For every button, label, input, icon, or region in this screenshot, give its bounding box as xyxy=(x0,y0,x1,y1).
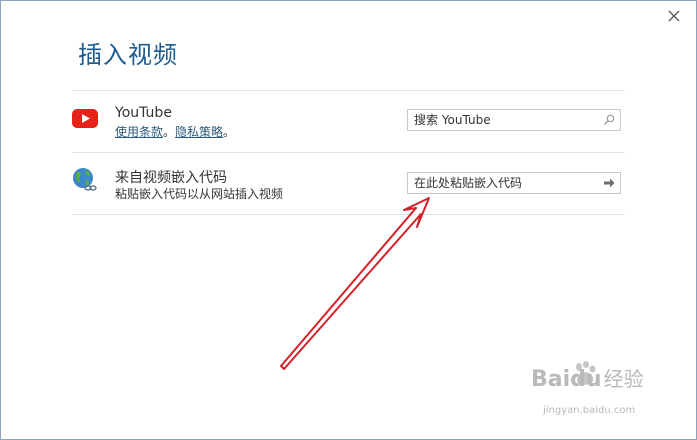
insert-video-dialog: 插入视频 YouTube 使用条款。隐私策略。 来自视频嵌入代码 粘贴嵌入代码以… xyxy=(0,0,697,440)
privacy-policy-link[interactable]: 隐私策略 xyxy=(175,125,223,139)
divider-middle xyxy=(72,152,625,153)
terms-of-use-link[interactable]: 使用条款 xyxy=(115,125,163,139)
links-separator: 。 xyxy=(163,125,176,139)
watermark-url: jingyan.baidu.com xyxy=(543,405,636,416)
youtube-logo-icon xyxy=(72,109,98,128)
divider-top xyxy=(72,90,625,91)
embed-title: 来自视频嵌入代码 xyxy=(115,170,227,186)
arrow-right-icon[interactable] xyxy=(601,175,617,191)
embed-subtitle: 粘贴嵌入代码以从网站插入视频 xyxy=(115,187,284,201)
search-icon[interactable] xyxy=(601,112,617,128)
embed-code-box[interactable] xyxy=(407,172,621,194)
links-end-mark: 。 xyxy=(223,125,236,139)
globe-link-icon xyxy=(73,168,97,191)
divider-bottom xyxy=(72,214,625,215)
youtube-links: 使用条款。隐私策略。 xyxy=(115,123,235,140)
watermark-brand: Baidu xyxy=(531,367,602,392)
dialog-title: 插入视频 xyxy=(78,41,178,69)
youtube-search-input[interactable] xyxy=(408,110,599,130)
close-icon[interactable] xyxy=(665,7,683,25)
youtube-search-box[interactable] xyxy=(407,109,621,131)
watermark-brand-suffix: 经验 xyxy=(603,367,644,391)
embed-code-input[interactable] xyxy=(408,173,599,193)
youtube-title: YouTube xyxy=(115,105,172,121)
